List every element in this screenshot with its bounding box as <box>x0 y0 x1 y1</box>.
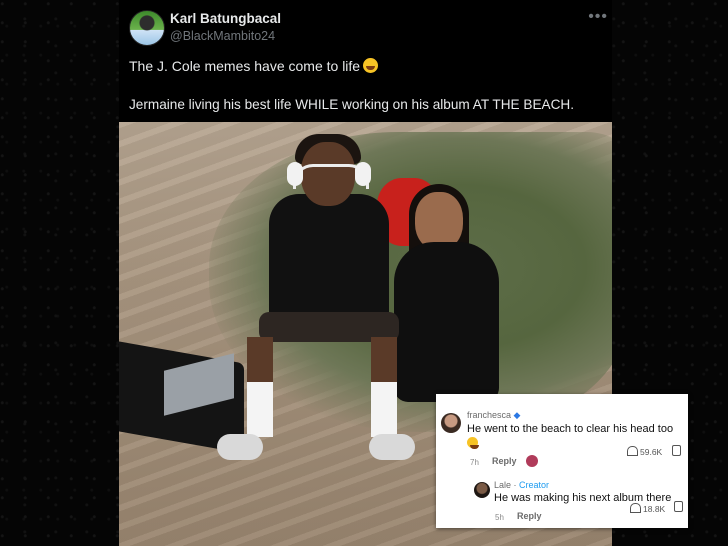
like-count-text: 59.6K <box>640 447 663 457</box>
comment-username-text: franchesca <box>467 410 512 420</box>
creator-label: Creator <box>519 480 550 490</box>
author-name[interactable]: Karl Batungbacal <box>170 11 281 26</box>
comments-overlay: franchesca ◆ He went to the beach to cle… <box>436 394 688 528</box>
tweet-text-line-2: Jermaine living his best life WHILE work… <box>129 97 574 112</box>
heart-icon <box>630 503 641 513</box>
commenter-avatar[interactable] <box>474 482 490 498</box>
dislike-icon[interactable] <box>672 445 681 456</box>
comment-username[interactable]: franchesca ◆ <box>467 410 520 421</box>
author-avatar[interactable] <box>129 10 165 46</box>
commenter-avatar[interactable] <box>441 413 461 433</box>
sock-right <box>371 382 397 437</box>
woman-figure <box>394 242 499 402</box>
author-handle[interactable]: @BlackMambito24 <box>170 29 275 43</box>
comment-text-body: He went to the beach to clear his head t… <box>467 423 674 435</box>
comment-time: 7h <box>470 458 479 467</box>
shoe-right <box>369 434 415 460</box>
like-count[interactable]: 59.6K <box>627 446 662 457</box>
more-icon[interactable]: ••• <box>588 8 608 26</box>
comment-time: 5h <box>495 513 504 522</box>
headphone-cup-left <box>287 162 303 186</box>
heart-icon <box>627 446 638 456</box>
laughing-tears-emoji-icon <box>363 58 379 73</box>
comment-username[interactable]: Lale · Creator <box>494 480 549 490</box>
butterfly-icon: ◆ <box>513 410 521 420</box>
reply-button[interactable]: Reply <box>492 456 517 466</box>
creator-liked-badge <box>526 455 538 467</box>
tweet-text-line-1: The J. Cole memes have come to life <box>129 58 379 74</box>
tweet-line-1-text: The J. Cole memes have come to life <box>129 58 361 74</box>
comment-username-text: Lale <box>494 480 512 490</box>
reply-button[interactable]: Reply <box>517 511 542 521</box>
shoe-left <box>217 434 263 460</box>
laughing-tears-emoji-icon <box>467 437 479 449</box>
man-figure <box>269 194 389 324</box>
like-count-text: 18.8K <box>643 504 666 514</box>
like-count[interactable]: 18.8K <box>630 503 665 514</box>
sock-left <box>247 382 273 437</box>
headphone-cup-right <box>355 162 371 186</box>
dislike-icon[interactable] <box>674 501 683 512</box>
